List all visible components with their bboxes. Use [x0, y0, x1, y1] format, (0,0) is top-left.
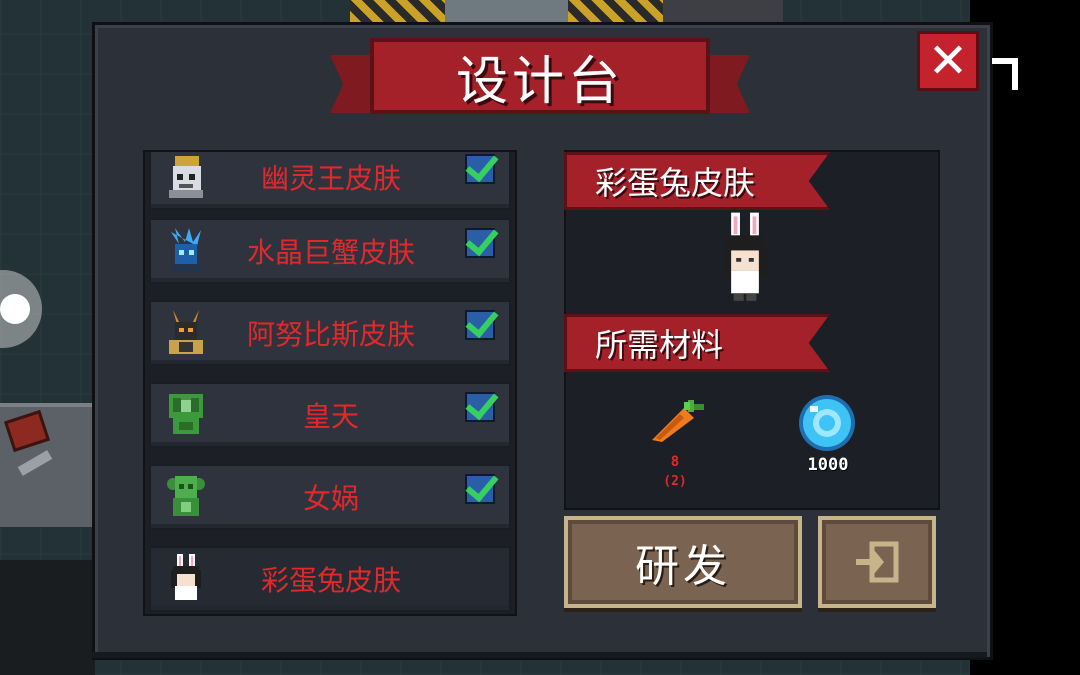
- easter-bunny-icon: [171, 554, 201, 600]
- corner-icon: [992, 58, 1018, 90]
- nuwa-icon: [167, 476, 205, 516]
- hazard-door: [568, 0, 663, 22]
- crystal-crab-icon: [171, 228, 201, 272]
- check-icon: [465, 228, 495, 258]
- skin-label: 皇天: [302, 400, 359, 433]
- skin-name-banner: 彩蛋兔皮肤: [564, 152, 830, 210]
- huangtian-icon: [169, 394, 203, 434]
- skin-label: 水晶巨蟹皮肤: [246, 236, 415, 269]
- carrot-amount: 8: [670, 454, 680, 470]
- research-button[interactable]: 研发: [564, 516, 802, 608]
- carrot-owned: (2): [663, 474, 687, 489]
- hazard-door: [350, 0, 445, 22]
- carrot-icon: [652, 400, 704, 442]
- skin-item-easter-bunny[interactable]: 彩蛋兔皮肤: [149, 546, 511, 612]
- page-title: 设计台: [455, 51, 624, 112]
- title-banner: 设计台: [370, 38, 710, 114]
- check-icon: [465, 154, 495, 184]
- materials-title: 所需材料: [595, 326, 724, 364]
- close-icon: ✕: [927, 33, 969, 89]
- skin-item-crystal-crab[interactable]: 水晶巨蟹皮肤: [149, 218, 511, 284]
- research-button-label: 研发: [635, 541, 731, 592]
- easter-bunny-preview-icon: [723, 212, 767, 301]
- skin-item-ghost-king[interactable]: 幽灵王皮肤: [149, 152, 511, 210]
- floor-shadow: [0, 560, 95, 675]
- check-icon: [465, 310, 495, 340]
- ghost-king-icon: [169, 156, 203, 198]
- exit-icon: [856, 541, 899, 583]
- skin-label: 女娲: [302, 482, 359, 515]
- check-icon: [465, 392, 495, 422]
- skin-item-anubis[interactable]: 阿努比斯皮肤: [149, 300, 511, 366]
- door-frame: [445, 0, 568, 22]
- wall-block: [663, 0, 783, 22]
- skin-item-nuwa[interactable]: 女娲: [149, 464, 511, 530]
- panel-shadow: [92, 652, 987, 658]
- materials-banner: 所需材料: [564, 314, 830, 372]
- skin-name: 彩蛋兔皮肤: [595, 164, 756, 202]
- gem-icon: [799, 395, 855, 451]
- skin-label: 幽灵王皮肤: [260, 162, 401, 195]
- anubis-icon: [169, 310, 203, 354]
- skin-label: 彩蛋兔皮肤: [260, 564, 401, 597]
- check-icon: [465, 474, 495, 504]
- skin-list[interactable]: 幽灵王皮肤 水晶巨蟹皮肤 阿努比斯皮肤 皇天 女娲 彩蛋兔皮肤: [143, 150, 517, 616]
- exit-button[interactable]: [818, 516, 936, 608]
- gem-amount: 1000: [807, 455, 849, 475]
- skin-label: 阿努比斯皮肤: [246, 318, 415, 351]
- close-button[interactable]: ✕: [917, 31, 979, 91]
- skin-item-huangtian[interactable]: 皇天: [149, 382, 511, 448]
